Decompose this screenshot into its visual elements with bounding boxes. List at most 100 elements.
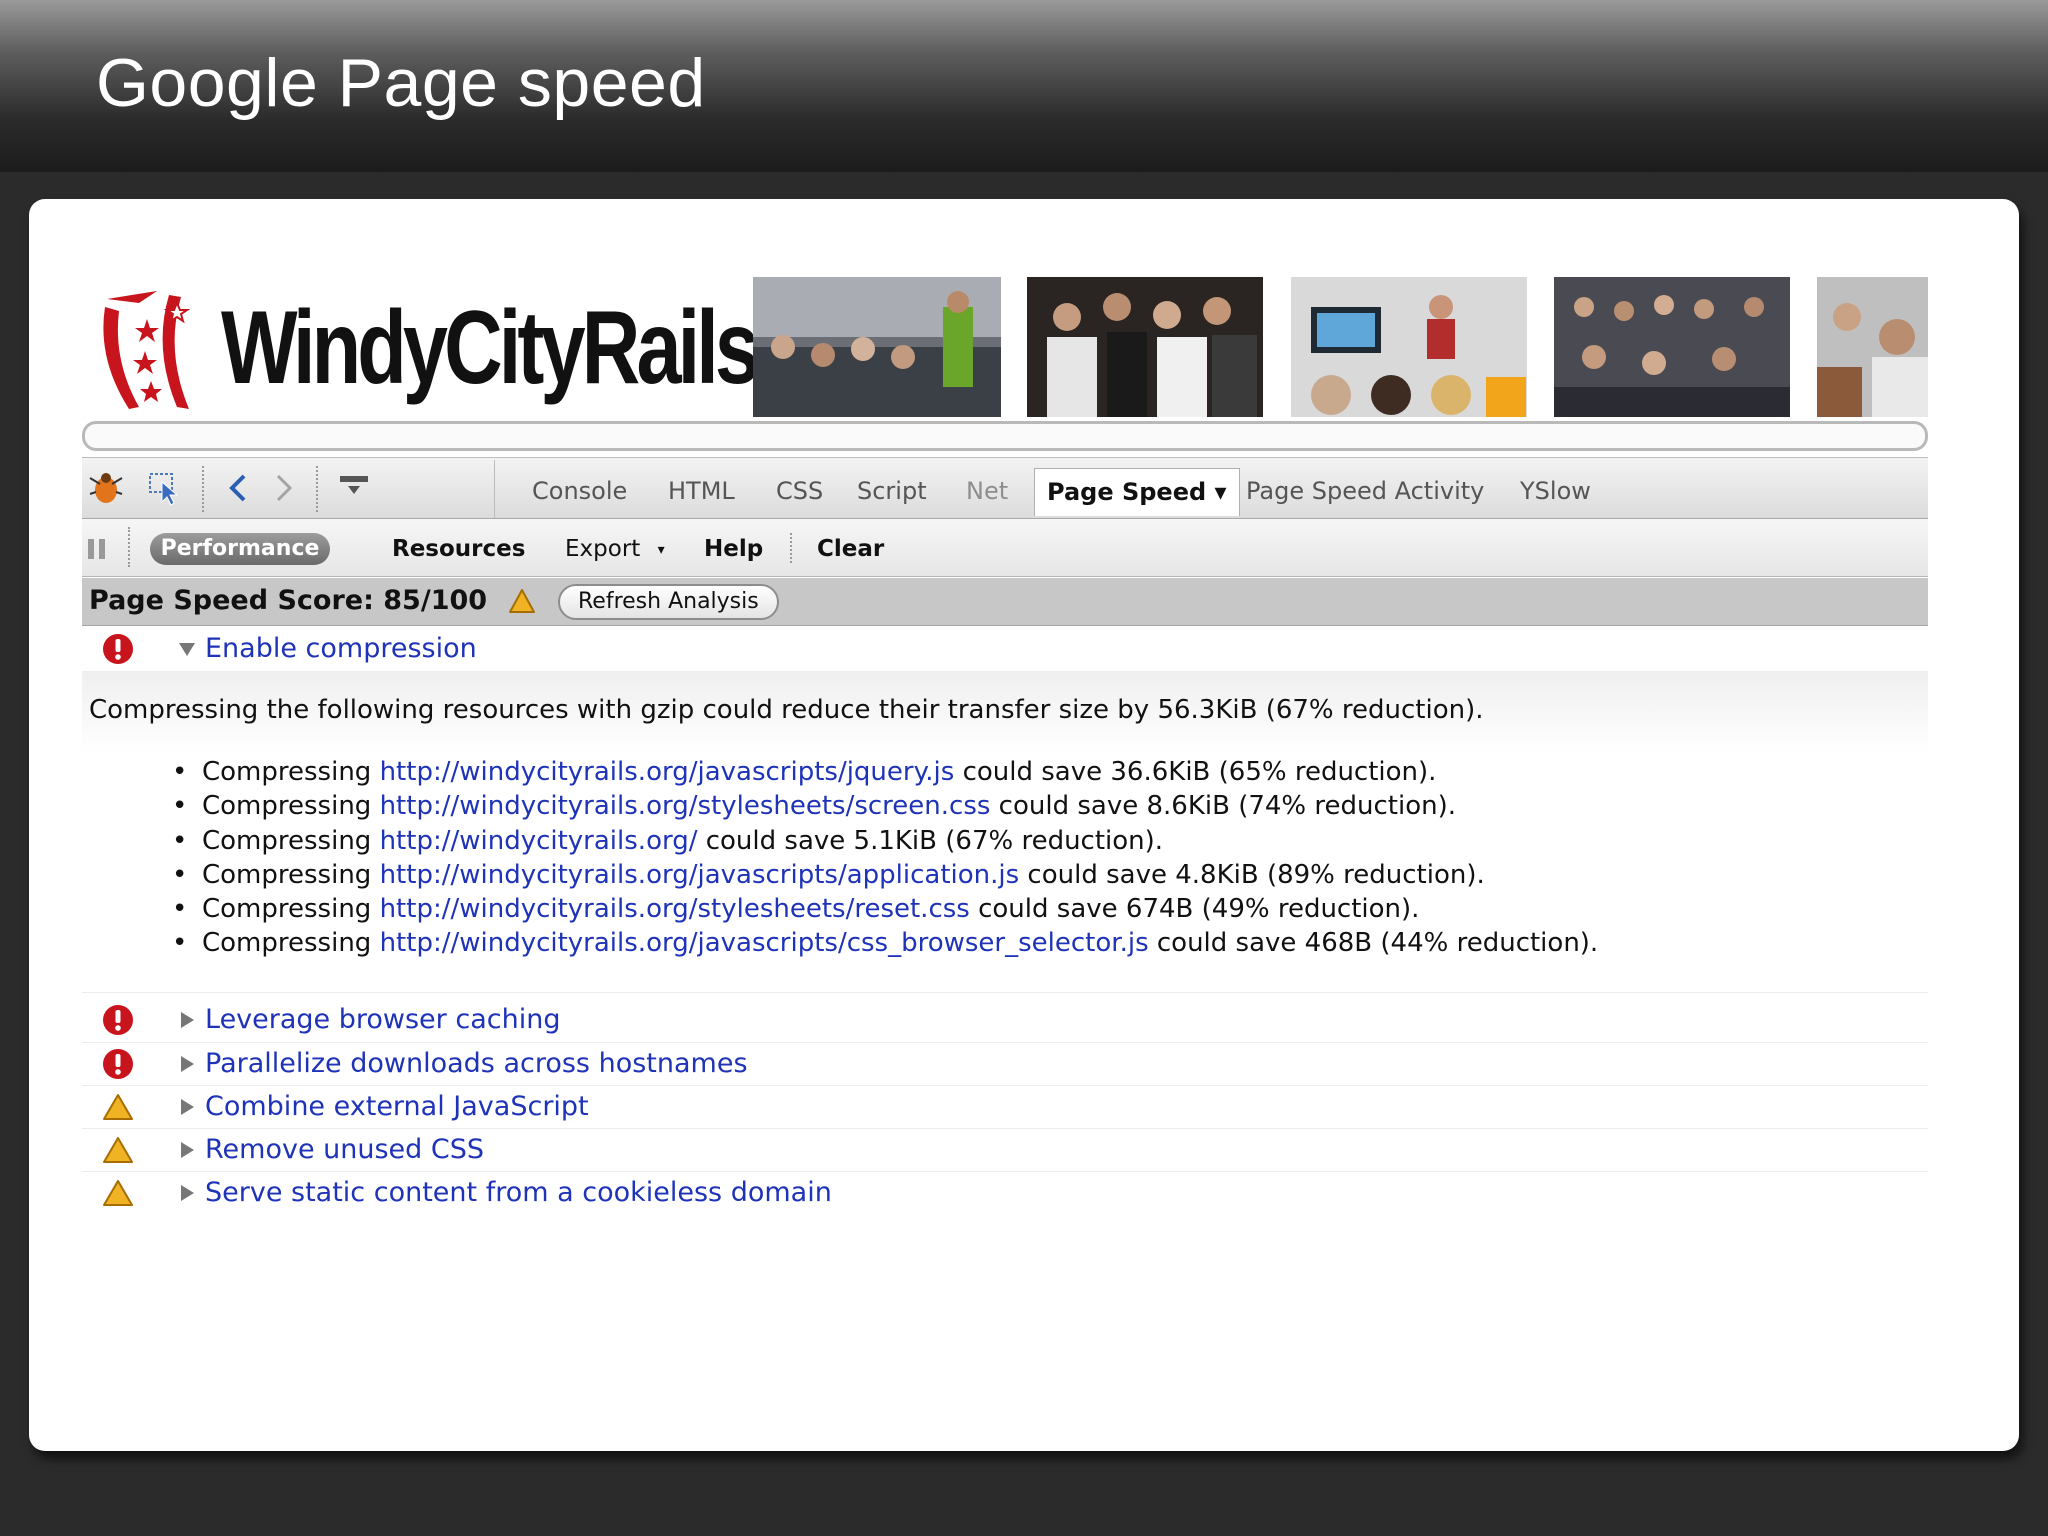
resource-item: • Compressing http://windycityrails.org/j… — [172, 926, 1598, 960]
forward-icon[interactable] — [262, 468, 302, 508]
resource-prefix: Compressing — [202, 859, 380, 890]
export-menu[interactable]: Export ▾ — [565, 533, 665, 565]
warning-icon — [103, 1137, 133, 1163]
bullet-icon: • — [172, 859, 188, 890]
event-photo-3 — [1291, 277, 1527, 417]
resources-button[interactable]: Resources — [392, 533, 525, 565]
slide-header: Google Page speed — [0, 0, 2048, 172]
browser-content: WindyCityRails Console HTML CSS Script N… — [82, 199, 1928, 1451]
inspect-icon[interactable] — [146, 468, 186, 508]
tab-css[interactable]: CSS — [776, 470, 823, 512]
toolbar-separator — [494, 460, 495, 518]
rule-row[interactable]: Parallelize downloads across hostnames — [82, 1042, 1928, 1084]
performance-button[interactable]: Performance — [150, 533, 330, 565]
event-photo-5 — [1817, 277, 1928, 417]
screenshot-card: WindyCityRails Console HTML CSS Script N… — [29, 199, 2019, 1451]
bullet-icon: • — [172, 791, 188, 822]
tab-script[interactable]: Script — [857, 470, 927, 512]
resource-savings: could save 5.1KiB (67% reduction). — [697, 825, 1164, 856]
export-label: Export — [565, 536, 641, 562]
toolbar-separator — [202, 466, 204, 512]
collapsed-triangle-icon[interactable] — [178, 1098, 196, 1116]
resource-url-link[interactable]: http://windycityrails.org/stylesheets/re… — [380, 894, 970, 924]
chevron-down-icon: ▾ — [657, 541, 665, 558]
back-icon[interactable] — [220, 468, 260, 508]
resource-prefix: Compressing — [202, 928, 380, 959]
resource-url-link[interactable]: http://windycityrails.org/stylesheets/sc… — [380, 791, 991, 821]
clear-button[interactable]: Clear — [817, 533, 884, 565]
rule-link[interactable]: Parallelize downloads across hostnames — [205, 1043, 748, 1085]
firebug-toolbar: Console HTML CSS Script Net Page Speed ▾… — [82, 457, 1928, 519]
resource-prefix: Compressing — [202, 791, 380, 822]
expanded-triangle-icon[interactable] — [178, 640, 196, 658]
resource-url-link[interactable]: http://windycityrails.org/javascripts/cs… — [380, 928, 1149, 958]
bullet-icon: • — [172, 928, 188, 959]
resource-prefix: Compressing — [202, 894, 380, 925]
help-button[interactable]: Help — [704, 533, 763, 565]
resource-prefix: Compressing — [202, 825, 380, 856]
rule-link[interactable]: Remove unused CSS — [205, 1129, 484, 1171]
resource-savings: could save 674B (49% reduction). — [969, 894, 1420, 925]
horizontal-scrollbar[interactable] — [82, 421, 1928, 451]
page-speed-score: Page Speed Score: 85/100 — [89, 585, 488, 616]
tab-console[interactable]: Console — [532, 470, 627, 512]
resource-list: • Compressing http://windycityrails.org/j… — [172, 755, 1598, 961]
panel-menu-icon[interactable] — [334, 468, 374, 508]
rule-link[interactable]: Leverage browser caching — [205, 999, 560, 1041]
resource-item: • Compressing http://windycityrails.org/ … — [172, 824, 1598, 858]
firebug-icon[interactable] — [86, 468, 126, 508]
rule-row[interactable]: Remove unused CSS — [82, 1128, 1928, 1170]
rule-row[interactable]: Serve static content from a cookieless d… — [82, 1171, 1928, 1213]
resource-prefix: Compressing — [202, 757, 380, 787]
tab-page-speed[interactable]: Page Speed ▾ — [1034, 468, 1240, 516]
rule-link[interactable]: Enable compression — [205, 628, 477, 670]
logo-text: WindyCityRails — [221, 290, 760, 406]
pause-icon[interactable] — [84, 535, 112, 563]
error-icon — [103, 1005, 133, 1035]
tab-yslow[interactable]: YSlow — [1520, 470, 1591, 512]
warning-icon — [103, 1094, 133, 1120]
rule-link[interactable]: Serve static content from a cookieless d… — [205, 1172, 832, 1214]
page-speed-subtoolbar: Performance Resources Export ▾ Help Clea… — [82, 519, 1928, 577]
collapsed-triangle-icon[interactable] — [178, 1055, 196, 1073]
site-banner: WindyCityRails — [82, 277, 1928, 419]
rule-row[interactable]: Combine external JavaScript — [82, 1085, 1928, 1127]
event-photo-4 — [1554, 277, 1790, 417]
divider — [82, 992, 1928, 993]
resource-item: • Compressing http://windycityrails.org/j… — [172, 858, 1598, 892]
rule-row[interactable]: Leverage browser caching — [82, 999, 1928, 1041]
tab-page-speed-label: Page Speed — [1047, 478, 1207, 506]
event-photo-1 — [753, 277, 1001, 417]
resource-item: • Compressing http://windycityrails.org/s… — [172, 789, 1598, 823]
bullet-icon: • — [172, 757, 188, 787]
warning-icon — [509, 589, 535, 613]
chevron-down-icon: ▾ — [1214, 478, 1227, 506]
rule-enable-compression[interactable]: Enable compression — [82, 628, 1928, 670]
event-photo-2 — [1027, 277, 1263, 417]
collapsed-triangle-icon[interactable] — [178, 1141, 196, 1159]
resource-url-link[interactable]: http://windycityrails.org/javascripts/ap… — [380, 860, 1020, 890]
resource-savings: could save 36.6KiB (65% reduction). — [954, 757, 1437, 787]
tab-net[interactable]: Net — [966, 470, 1008, 512]
resource-url-link[interactable]: http://windycityrails.org/javascripts/jq… — [380, 757, 955, 787]
bullet-icon: • — [172, 825, 188, 856]
chicago-flag-logo-icon — [103, 291, 191, 409]
tab-html[interactable]: HTML — [668, 470, 735, 512]
error-icon — [103, 1049, 133, 1079]
rule-link[interactable]: Combine external JavaScript — [205, 1086, 589, 1128]
tab-page-speed-activity[interactable]: Page Speed Activity — [1246, 470, 1484, 512]
bullet-icon: • — [172, 894, 188, 925]
resource-savings: could save 468B (44% reduction). — [1148, 928, 1599, 959]
toolbar-separator — [316, 466, 318, 512]
site-logo[interactable]: WindyCityRails — [99, 283, 760, 413]
collapsed-triangle-icon[interactable] — [178, 1011, 196, 1029]
rule-summary: Compressing the following resources with… — [89, 695, 1484, 725]
resource-savings: could save 8.6KiB (74% reduction). — [990, 791, 1457, 822]
resource-url-link[interactable]: http://windycityrails.org/ — [380, 826, 698, 856]
refresh-analysis-button[interactable]: Refresh Analysis — [558, 584, 779, 620]
score-bar: Page Speed Score: 85/100 Refresh Analysi… — [82, 578, 1928, 626]
toolbar-separator — [128, 527, 130, 567]
slide-title: Google Page speed — [96, 45, 706, 121]
collapsed-triangle-icon[interactable] — [178, 1184, 196, 1202]
resource-item: • Compressing http://windycityrails.org/s… — [172, 892, 1598, 926]
